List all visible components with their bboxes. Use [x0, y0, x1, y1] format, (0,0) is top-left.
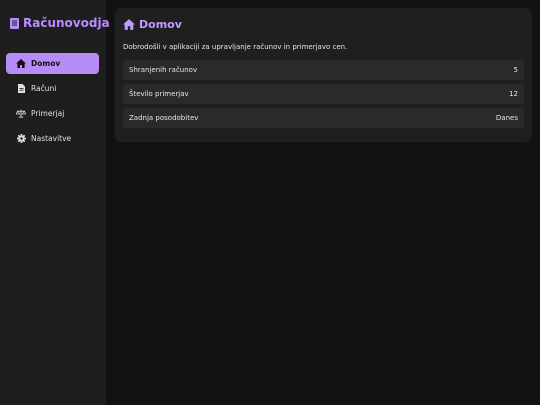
stat-row-saved-invoices: Shranjenih računov 5	[123, 60, 524, 80]
document-icon	[16, 84, 26, 94]
sidebar-nav: Domov Računi Primerjaj Nastavitve	[0, 53, 106, 149]
stat-label: Shranjenih računov	[129, 66, 198, 74]
home-card: Domov Dobrodošli v aplikaciji za upravlj…	[115, 8, 532, 142]
stat-row-comparisons: Število primerjav 12	[123, 84, 524, 104]
stat-value: 12	[509, 90, 518, 98]
sidebar-item-label: Primerjaj	[31, 109, 65, 118]
home-icon	[16, 59, 26, 69]
sidebar-item-label: Nastavitve	[31, 134, 72, 143]
sidebar: Računovodja Domov Računi Primerjaj Nasta…	[0, 0, 110, 405]
welcome-text: Dobrodošli v aplikaciji za upravljanje r…	[123, 43, 348, 51]
app-window: Računovodja Domov Računi Primerjaj Nasta…	[0, 0, 540, 405]
sidebar-item-label: Računi	[31, 84, 57, 93]
book-icon	[10, 17, 19, 29]
sidebar-item-racuni[interactable]: Računi	[6, 78, 99, 99]
stat-value: 5	[513, 66, 518, 74]
stat-value: Danes	[495, 114, 518, 122]
brand: Računovodja	[0, 14, 110, 32]
sidebar-item-domov[interactable]: Domov	[6, 53, 99, 74]
card-header: Domov	[123, 16, 524, 32]
sidebar-item-label: Domov	[31, 59, 61, 68]
gear-icon	[16, 134, 26, 144]
stat-label: Število primerjav	[129, 90, 189, 98]
main-content: Domov Dobrodošli v aplikaciji za upravlj…	[106, 0, 540, 405]
sidebar-item-primerjaj[interactable]: Primerjaj	[6, 103, 99, 124]
app-title: Računovodja	[23, 16, 110, 30]
home-icon	[123, 18, 135, 30]
stat-row-last-update: Zadnja posodobitev Danes	[123, 108, 524, 128]
sidebar-item-nastavitve[interactable]: Nastavitve	[6, 128, 99, 149]
scale-icon	[16, 109, 26, 119]
stat-label: Zadnja posodobitev	[129, 114, 199, 122]
page-title: Domov	[139, 17, 182, 31]
